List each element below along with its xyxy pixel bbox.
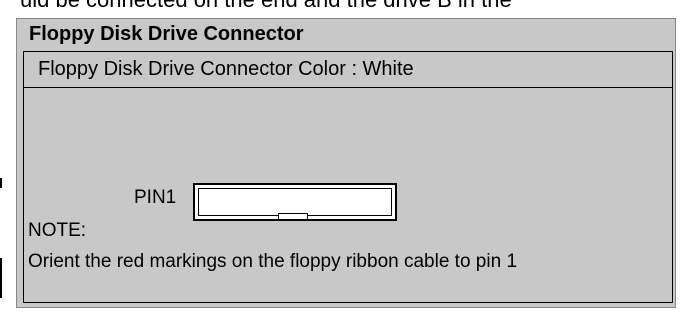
note-text: Orient the red markings on the floppy ri…	[28, 251, 518, 272]
manual-page: { "page": { "top_text": "uld be connecte…	[0, 0, 691, 314]
pin1-label: PIN1	[134, 187, 177, 208]
connector-color-box: Floppy Disk Drive Connector Color : Whit…	[23, 51, 673, 88]
diagram-area: PIN1 NOTE: Orient the red markings on th…	[23, 88, 673, 303]
connector-key-notch	[278, 213, 308, 220]
connector-inner-outline	[198, 188, 392, 216]
panel-title: Floppy Disk Drive Connector	[29, 23, 304, 45]
note-label: NOTE:	[28, 220, 87, 241]
floppy-connector-panel: Floppy Disk Drive Connector Floppy Disk …	[16, 18, 676, 308]
cut-off-body-text: uld be connected on the end and the driv…	[20, 0, 512, 12]
left-edge-mark-lower	[0, 258, 2, 298]
left-edge-mark-upper	[0, 178, 2, 188]
floppy-connector-diagram	[193, 183, 397, 221]
connector-color-text: Floppy Disk Drive Connector Color : Whit…	[38, 58, 414, 80]
